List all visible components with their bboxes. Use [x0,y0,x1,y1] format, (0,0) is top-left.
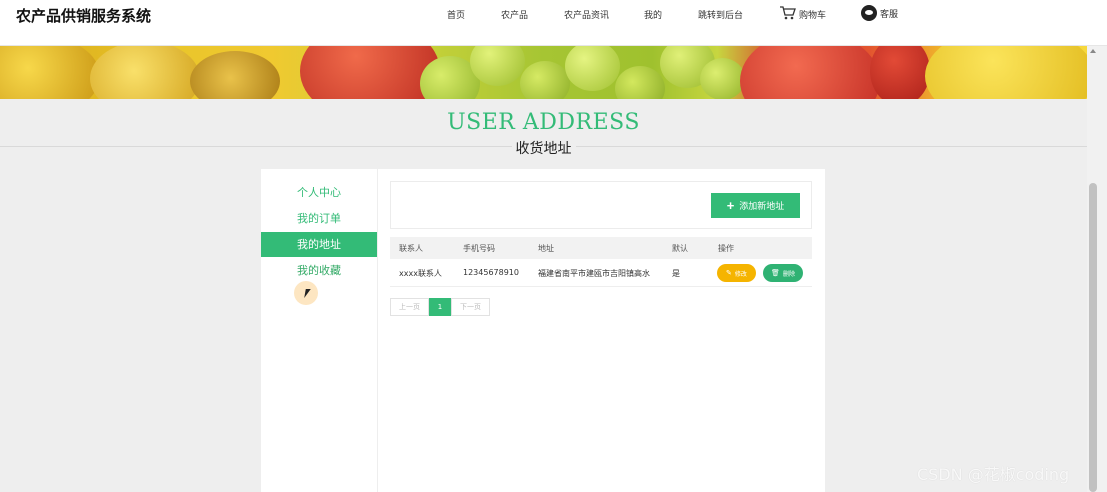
edit-icon: ✎ [726,269,732,277]
csdn-watermark: CSDN @花椒coding [917,465,1070,484]
plus-icon: + [726,198,735,213]
nav-mine[interactable]: 我的 [644,8,662,21]
sidebar-item-address[interactable]: 我的地址 [261,232,377,257]
cell-phone: 12345678910 [463,268,519,277]
col-header-phone: 手机号码 [463,244,495,253]
cell-default: 是 [672,269,680,278]
col-header-actions: 操作 [718,244,734,253]
section-title-cn-wrap: 收货地址 [0,138,1087,158]
scrollbar-thumb[interactable] [1089,183,1097,492]
table-header [390,237,812,259]
top-navbar: 农产品供销服务系统 首页 农产品 农产品资讯 我的 跳转到后台 购物车 客服 [0,0,1107,46]
table-row-divider [390,286,812,287]
fruit-banner [0,46,1087,99]
cart-label: 购物车 [799,11,827,21]
nav-products[interactable]: 农产品 [501,8,528,21]
nav-news[interactable]: 农产品资讯 [564,8,609,21]
edit-address-button[interactable]: ✎ 修改 [717,264,756,282]
add-address-button[interactable]: + 添加新地址 [711,193,800,218]
delete-label: 删除 [782,270,795,278]
col-header-default: 默认 [672,244,688,253]
pagination-next[interactable]: 下一页 [451,298,490,316]
sidebar-item-profile[interactable]: 个人中心 [261,180,377,205]
section-title-en: USER ADDRESS [447,110,640,135]
delete-address-button[interactable]: 🗑 删除 [763,264,803,282]
cell-contact: xxxx联系人 [399,269,442,278]
col-header-contact: 联系人 [399,244,423,253]
service-label: 客服 [880,9,899,20]
scroll-up-icon[interactable] [1090,49,1096,53]
nav-service[interactable]: 客服 [861,5,898,21]
chat-icon [861,5,877,21]
edit-label: 修改 [734,270,747,278]
user-sidebar: 个人中心 我的订单 我的地址 我的收藏 [261,169,377,492]
nav-home[interactable]: 首页 [447,8,465,21]
pagination-prev[interactable]: 上一页 [390,298,429,316]
section-title-cn: 收货地址 [511,141,576,157]
trash-icon: 🗑 [771,269,780,277]
nav-admin[interactable]: 跳转到后台 [698,8,743,21]
sidebar-item-favorites[interactable]: 我的收藏 [261,258,377,283]
site-title[interactable]: 农产品供销服务系统 [16,5,151,26]
sidebar-item-orders[interactable]: 我的订单 [261,206,377,231]
pagination-current[interactable]: 1 [429,298,451,316]
cart-icon [779,6,796,23]
cell-address: 福建省南平市建瓯市吉阳镇高水 [538,269,650,278]
nav-cart[interactable]: 购物车 [779,6,826,23]
col-header-address: 地址 [538,244,554,253]
add-address-label: 添加新地址 [739,201,785,211]
